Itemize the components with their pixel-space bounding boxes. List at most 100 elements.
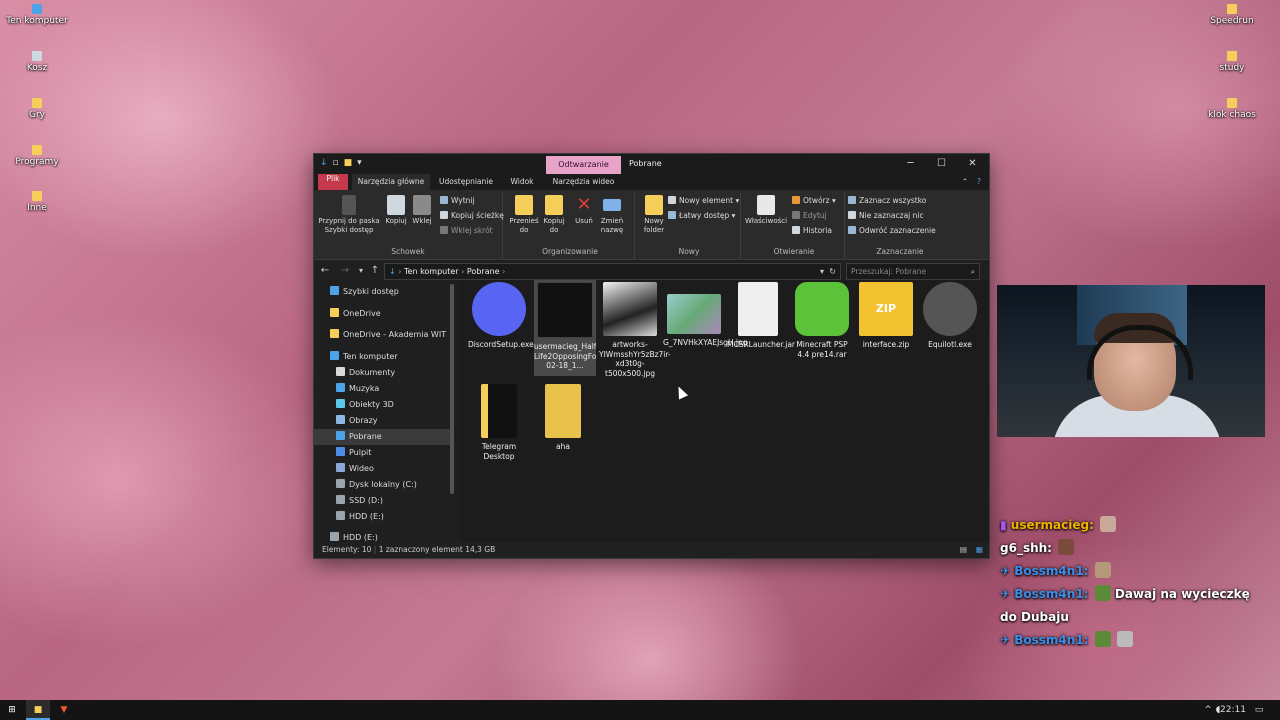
emote-icon (1094, 585, 1111, 601)
file-explorer-window: ↓ ▫ ■ ▾ Odtwarzanie Pobrane ─ ☐ ✕ Plik N… (313, 153, 990, 559)
notifications-icon[interactable]: ▭ (1250, 700, 1268, 720)
start-windows-icon[interactable]: ⊞ (0, 700, 24, 720)
invert-selection-button[interactable]: Odwróć zaznaczenie (848, 225, 936, 237)
details-view-icon[interactable]: ▤ (960, 542, 967, 558)
properties-button[interactable]: Właściwości (744, 195, 788, 226)
address-box[interactable]: ↓ › Ten komputer › Pobrane › ↻ ▾ (384, 263, 841, 280)
title-bar: ↓ ▫ ■ ▾ Odtwarzanie Pobrane ─ ☐ ✕ (314, 154, 989, 174)
emote-icon (1116, 631, 1133, 647)
tab-video-tools[interactable]: Narzędzia wideo (546, 174, 621, 190)
cut-button[interactable]: Wytnij (440, 195, 475, 207)
copy-to-button[interactable]: Kopiuj do (538, 195, 570, 235)
nav-item-hdd-e-root[interactable]: HDD (E:) (314, 530, 450, 542)
file-item[interactable]: Minecraft PSP 4.4 pre14.rar (791, 280, 853, 359)
copy-icon (387, 195, 405, 215)
nav-item-ssd-d[interactable]: SSD (D:) (314, 493, 450, 509)
desktop-icon-klok-chaos[interactable]: klok chaos (1199, 98, 1265, 121)
paste-button[interactable]: Wklej (406, 195, 438, 226)
up-arrow-icon[interactable]: ↑ (368, 264, 382, 278)
navigation-pane: Szybki dostęp OneDrive OneDrive - Akadem… (314, 280, 460, 542)
desktop-icon-this-pc[interactable]: Ten komputer (4, 4, 70, 27)
file-item[interactable]: artworks-YIWmsshYr5zBz7ir-xd3t0g-t500x50… (599, 280, 671, 378)
file-item[interactable]: DiscordSetup.exe (468, 280, 534, 350)
address-dropdown-icon[interactable]: ▾ (820, 264, 824, 279)
select-all-button[interactable]: Zaznacz wszystko (848, 195, 926, 207)
file-item[interactable]: MCSRLauncher.jar (727, 280, 795, 350)
search-input[interactable]: Przeszukaj: Pobrane ⌕ (846, 263, 980, 280)
nav-item-desktop[interactable]: Pulpit (314, 445, 450, 461)
folder-icon (32, 191, 42, 201)
desktop-icon-label: Ten komputer (6, 16, 68, 26)
desktop-icon-programy[interactable]: Programy (4, 145, 70, 168)
large-icons-view-icon[interactable]: ▦ (976, 542, 983, 558)
nav-item-documents[interactable]: Dokumenty (314, 365, 450, 381)
rename-button[interactable]: Zmień nazwę (596, 195, 628, 235)
desktop-icon-speedrun[interactable]: Speedrun (1199, 4, 1265, 27)
breadcrumb-downloads[interactable]: Pobrane (467, 267, 500, 276)
drive-icon (336, 479, 345, 488)
context-tab-playback[interactable]: Odtwarzanie (546, 156, 621, 174)
nav-item-onedrive-wit[interactable]: OneDrive - Akademia WIT (314, 327, 450, 343)
file-item[interactable]: usermacieg_Half-Life2OpposingForce_2026-… (534, 280, 596, 376)
refresh-icon[interactable]: ↻ (829, 264, 836, 279)
ribbon: Przypnij do paska Szybki dostęp Kopiuj W… (314, 191, 989, 260)
group-select: Zaznacz wszystko Nie zaznaczaj nic Odwró… (848, 191, 952, 259)
desktop-icon-recycle-bin[interactable]: Kosz (4, 51, 70, 74)
nav-item-music[interactable]: Muzyka (314, 381, 450, 397)
new-item-button[interactable]: Nowy element ▾ (668, 195, 739, 207)
tab-view[interactable]: Widok (504, 174, 540, 190)
tab-share[interactable]: Udostępnianie (434, 174, 498, 190)
file-item[interactable]: ZIP interface.zip (855, 280, 917, 350)
nav-item-videos[interactable]: Wideo (314, 461, 450, 477)
paste-shortcut-button[interactable]: Wklej skrót (440, 225, 493, 237)
taskbar-file-explorer-icon[interactable]: ■ (26, 700, 50, 720)
copy-path-button[interactable]: Kopiuj ścieżkę (440, 210, 504, 222)
file-item[interactable]: Equilotl.exe (919, 280, 981, 350)
folder-icon[interactable]: ■ (344, 158, 353, 168)
file-item[interactable]: aha (532, 382, 594, 452)
new-folder-icon (645, 195, 663, 215)
nav-scrollbar[interactable] (450, 284, 454, 494)
minimize-button[interactable]: ─ (895, 154, 926, 174)
properties-icon[interactable]: ▫ (333, 158, 339, 168)
select-none-button[interactable]: Nie zaznaczaj nic (848, 210, 924, 222)
nav-item-hdd-e[interactable]: HDD (E:) (314, 509, 450, 525)
nav-item-3d-objects[interactable]: Obiekty 3D (314, 397, 450, 413)
collapse-ribbon-icon[interactable]: ⌃ (960, 174, 970, 190)
help-icon[interactable]: ? (974, 174, 984, 190)
close-button[interactable]: ✕ (957, 154, 988, 174)
new-folder-button[interactable]: Nowy folder (638, 195, 670, 235)
tab-file[interactable]: Plik (318, 174, 348, 190)
nav-item-pictures[interactable]: Obrazy (314, 413, 450, 429)
tab-home[interactable]: Narzędzia główne (352, 174, 430, 190)
maximize-button[interactable]: ☐ (926, 154, 957, 174)
file-item[interactable]: G_7NVHkXYAEJsgH.jpg (663, 280, 747, 348)
desktop-icon-study[interactable]: study (1199, 51, 1265, 74)
easy-access-button[interactable]: Łatwy dostęp ▾ (668, 210, 735, 222)
history-button[interactable]: Historia (792, 225, 832, 237)
open-button[interactable]: Otwórz ▾ (792, 195, 836, 207)
download-arrow-icon[interactable]: ↓ (320, 158, 328, 168)
taskbar-clock[interactable]: 22:11 (1220, 700, 1246, 720)
back-arrow-icon[interactable]: ← (318, 264, 332, 278)
pin-quick-access-button[interactable]: Przypnij do paska Szybki dostęp (318, 195, 380, 235)
desktop-icon-label: Gry (28, 110, 45, 120)
forward-arrow-icon[interactable]: → (338, 264, 352, 278)
taskbar: ⊞ ■ ▼ ^ ◖ 22:11 ▭ (0, 700, 1280, 720)
breadcrumb-this-pc[interactable]: Ten komputer (404, 267, 459, 276)
edit-button[interactable]: Edytuj (792, 210, 827, 222)
desktop-icon-inne[interactable]: Inne (4, 191, 70, 214)
image-thumbnail (667, 294, 721, 334)
nav-item-this-pc[interactable]: Ten komputer (314, 349, 450, 365)
group-label: Otwieranie (773, 247, 815, 256)
nav-item-quick-access[interactable]: Szybki dostęp (314, 284, 450, 300)
nav-item-onedrive[interactable]: OneDrive (314, 306, 450, 322)
desktop-icon-gry[interactable]: Gry (4, 98, 70, 121)
nav-item-local-disk-c[interactable]: Dysk lokalny (C:) (314, 477, 450, 493)
customize-dropdown-icon[interactable]: ▾ (357, 158, 362, 168)
taskbar-brave-browser-icon[interactable]: ▼ (52, 700, 76, 720)
file-item[interactable]: Telegram Desktop (468, 382, 530, 461)
recent-dropdown-icon[interactable]: ▾ (354, 264, 368, 278)
move-to-button[interactable]: Przenieś do (508, 195, 540, 235)
nav-item-downloads[interactable]: Pobrane (314, 429, 450, 445)
